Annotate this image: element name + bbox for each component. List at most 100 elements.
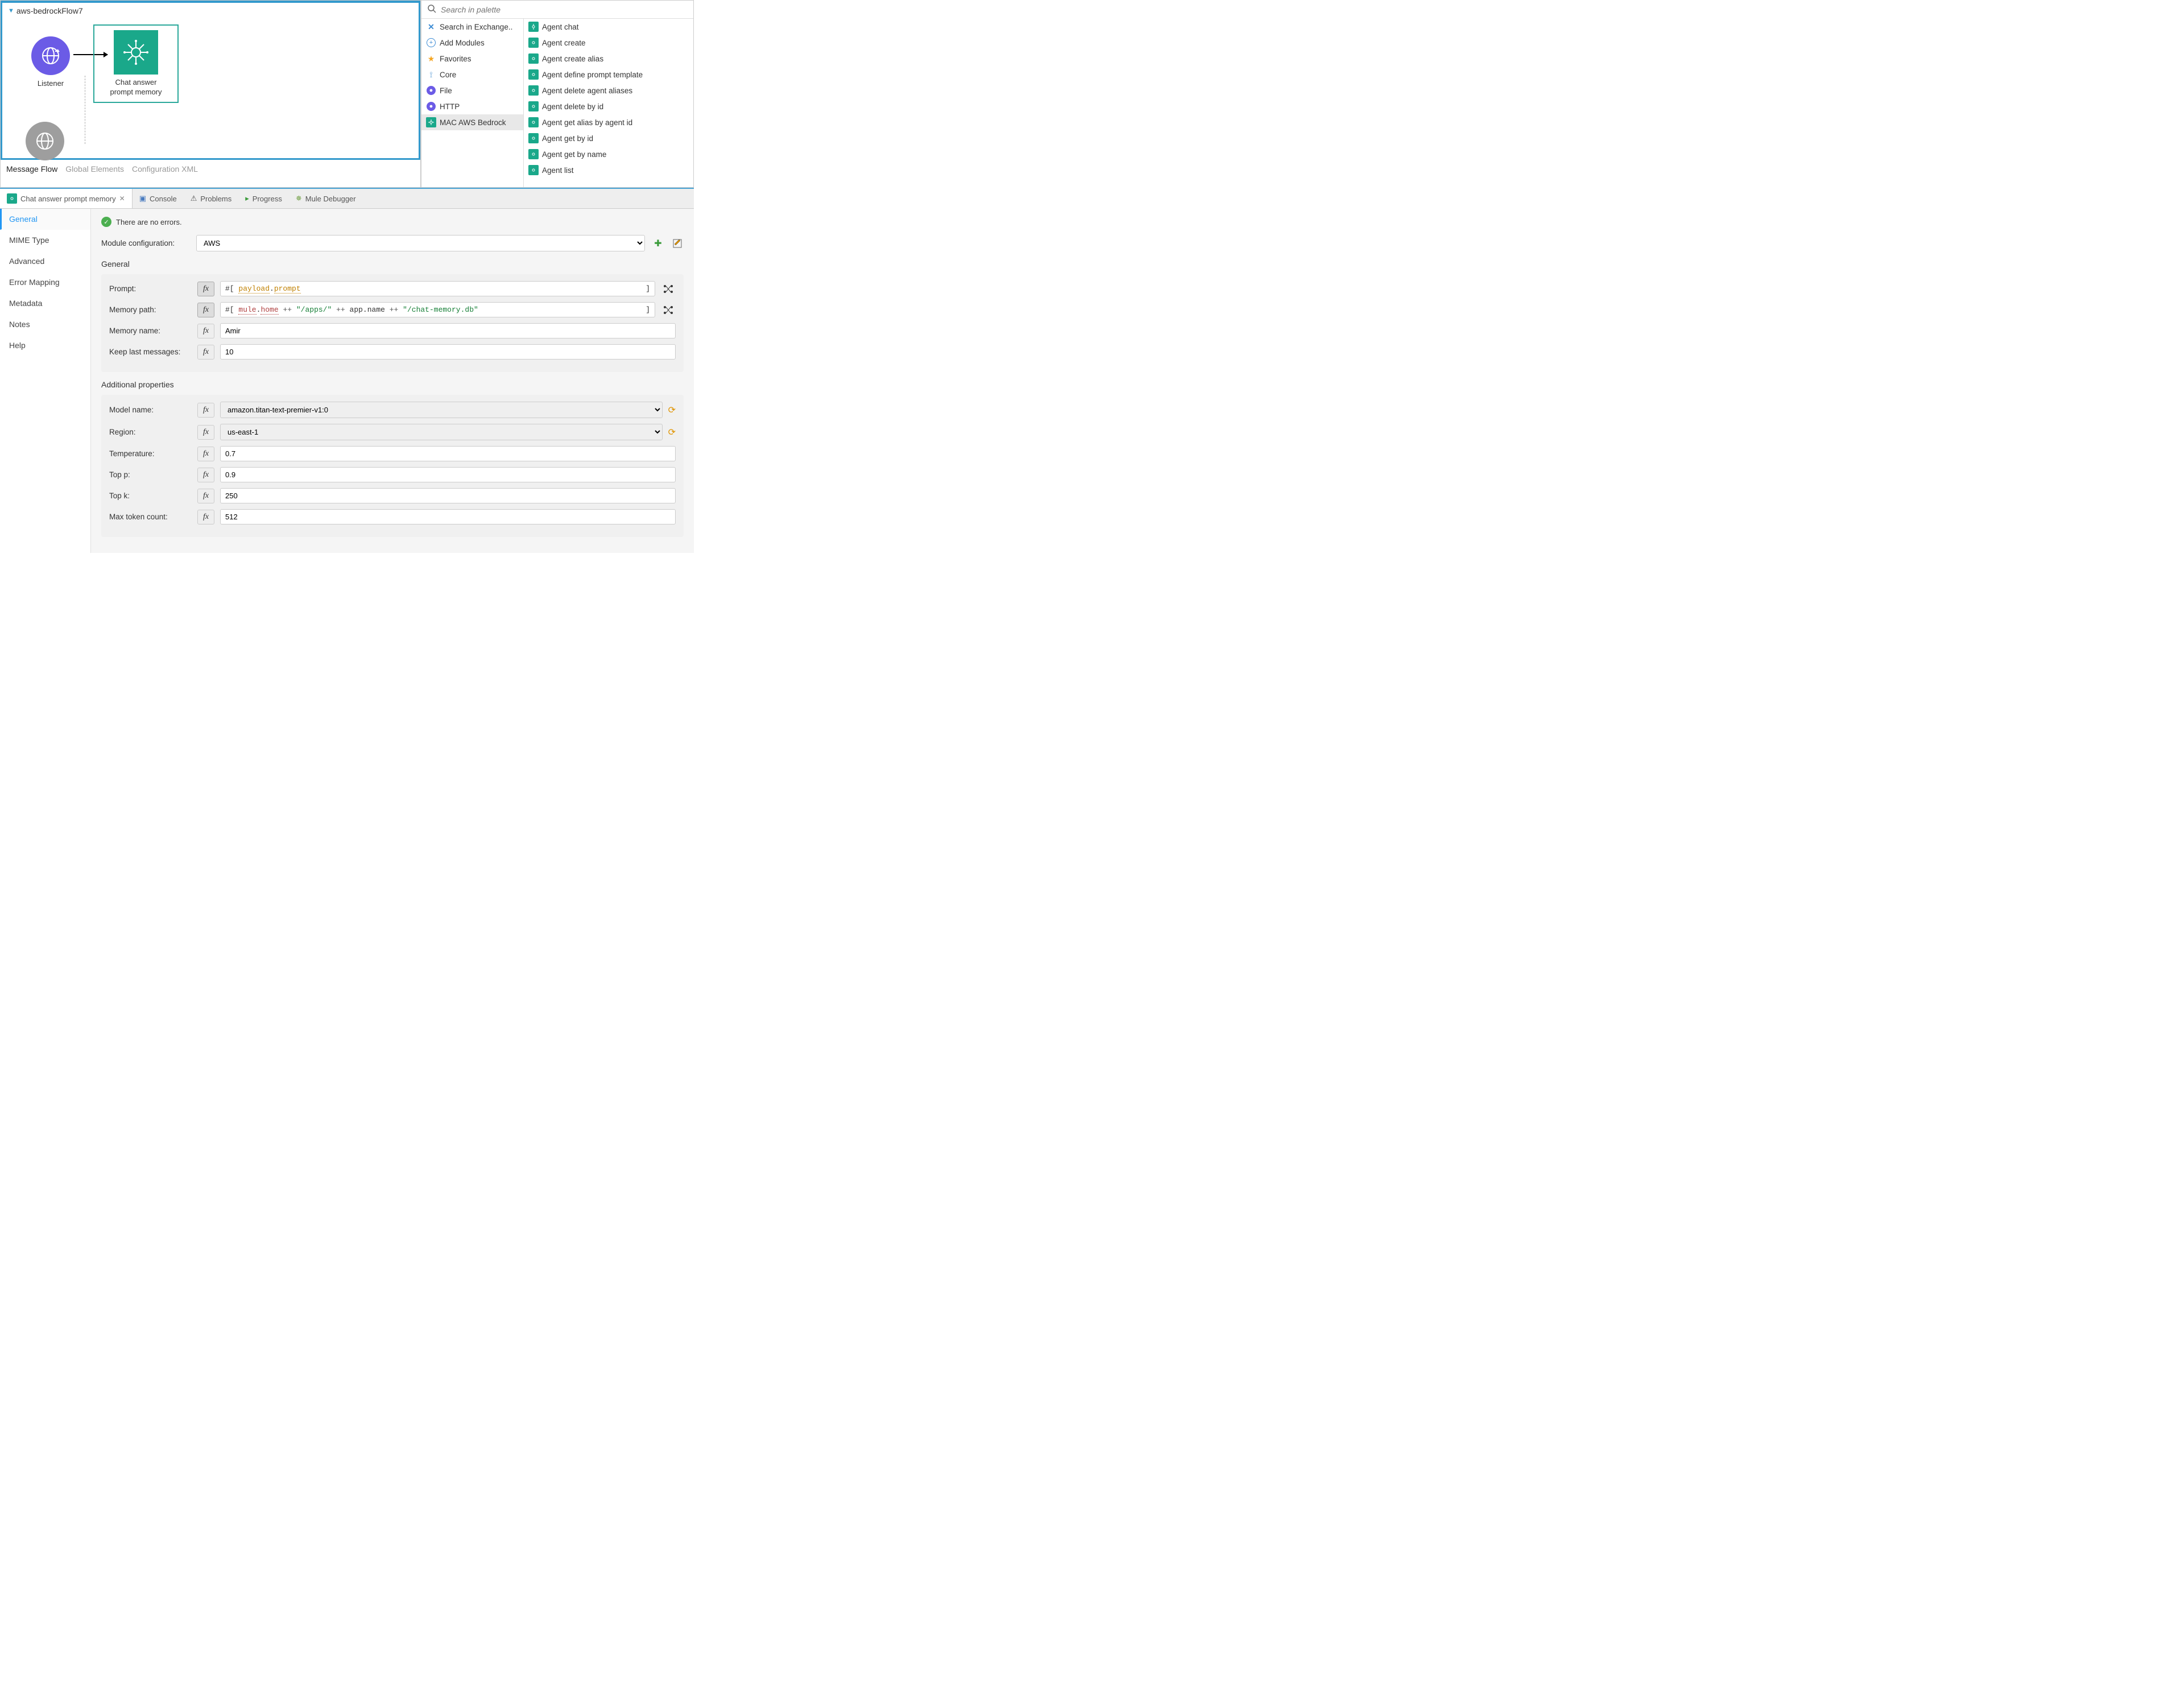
edit-config-button[interactable] xyxy=(671,237,684,250)
field-prompt: Prompt: fx #[ payload.prompt ] xyxy=(109,281,676,296)
field-model-name: Model name: fx amazon.titan-text-premier… xyxy=(109,402,676,418)
sidebar-item-general[interactable]: General xyxy=(0,209,90,230)
node-error-handler[interactable] xyxy=(14,121,76,164)
sidebar-item-advanced[interactable]: Advanced xyxy=(0,251,90,272)
section-additional: Model name: fx amazon.titan-text-premier… xyxy=(101,395,684,537)
palette-op-agent-get-by-id[interactable]: Agent get by id xyxy=(524,130,693,146)
fx-toggle-button[interactable]: fx xyxy=(197,282,214,296)
globe-icon xyxy=(31,36,70,75)
tab-component-props[interactable]: Chat answer prompt memory ✕ xyxy=(0,189,133,208)
node-chat-answer-prompt-memory[interactable]: Chat answerprompt memory xyxy=(93,24,179,103)
palette-op-agent-delete-agent-aliases[interactable]: Agent delete agent aliases xyxy=(524,82,693,98)
bedrock-icon xyxy=(528,101,539,111)
refresh-icon[interactable]: ⟳ xyxy=(668,427,676,438)
fx-toggle-button[interactable]: fx xyxy=(197,425,214,440)
tab-configuration-xml[interactable]: Configuration XML xyxy=(132,164,198,174)
mule-palette: ✕Search in Exchange.. +Add Modules ★Favo… xyxy=(421,0,694,188)
field-max-tokens: Max token count: fx xyxy=(109,509,676,524)
module-config-label: Module configuration: xyxy=(101,239,189,247)
fx-toggle-button[interactable]: fx xyxy=(197,468,214,482)
tab-progress[interactable]: ▸Progress xyxy=(238,189,289,208)
field-label: Temperature: xyxy=(109,449,192,458)
palette-search-exchange[interactable]: ✕Search in Exchange.. xyxy=(421,19,523,35)
dataweave-button[interactable] xyxy=(661,282,676,296)
palette-add-modules[interactable]: +Add Modules xyxy=(421,35,523,51)
tab-mule-debugger[interactable]: ✵Mule Debugger xyxy=(289,189,363,208)
fx-toggle-button[interactable]: fx xyxy=(197,510,214,524)
fx-toggle-button[interactable]: fx xyxy=(197,303,214,317)
validation-status: ✓ There are no errors. xyxy=(101,217,684,227)
problems-icon: ⚠ xyxy=(191,194,197,203)
model-name-select[interactable]: amazon.titan-text-premier-v1:0 xyxy=(220,402,663,418)
bedrock-icon xyxy=(7,193,17,204)
palette-op-agent-get-alias-by-agent-id[interactable]: Agent get alias by agent id xyxy=(524,114,693,130)
field-label: Max token count: xyxy=(109,513,192,521)
palette-op-agent-create-alias[interactable]: Agent create alias xyxy=(524,51,693,67)
palette-op-agent-define-prompt-template[interactable]: Agent define prompt template xyxy=(524,67,693,82)
field-memory-path: Memory path: fx #[ mule.home ++ "/apps/"… xyxy=(109,302,676,317)
max-tokens-input[interactable] xyxy=(220,509,676,524)
memory-path-input[interactable]: #[ mule.home ++ "/apps/" ++ app.name ++ … xyxy=(220,302,655,317)
flow-canvas[interactable]: ▼ aws-bedrockFlow7 Listener xyxy=(1,1,420,160)
add-config-button[interactable]: ✚ xyxy=(652,237,664,250)
palette-operations: Agent chat Agent create Agent create ali… xyxy=(524,19,693,187)
field-label: Keep last messages: xyxy=(109,348,192,356)
progress-icon: ▸ xyxy=(245,194,249,203)
memory-name-input[interactable] xyxy=(220,323,676,338)
flow-title-bar[interactable]: ▼ aws-bedrockFlow7 xyxy=(2,3,419,19)
close-icon[interactable]: ✕ xyxy=(119,195,125,203)
bug-icon: ✵ xyxy=(296,194,302,203)
temperature-input[interactable] xyxy=(220,446,676,461)
region-select[interactable]: us-east-1 xyxy=(220,424,663,440)
keep-last-input[interactable] xyxy=(220,344,676,360)
bedrock-icon xyxy=(426,117,436,127)
exchange-icon: ✕ xyxy=(426,22,436,32)
flow-editor: ▼ aws-bedrockFlow7 Listener xyxy=(0,0,421,188)
palette-core[interactable]: ⟟Core xyxy=(421,67,523,82)
field-top-p: Top p: fx xyxy=(109,467,676,482)
bedrock-icon xyxy=(528,85,539,96)
top-k-input[interactable] xyxy=(220,488,676,503)
bedrock-icon xyxy=(528,53,539,64)
http-icon: ● xyxy=(426,101,436,111)
tab-problems[interactable]: ⚠Problems xyxy=(184,189,239,208)
palette-favorites[interactable]: ★Favorites xyxy=(421,51,523,67)
palette-search-input[interactable] xyxy=(441,5,688,14)
fx-toggle-button[interactable]: fx xyxy=(197,345,214,360)
field-label: Prompt: xyxy=(109,284,192,293)
top-p-input[interactable] xyxy=(220,467,676,482)
tab-global-elements[interactable]: Global Elements xyxy=(65,164,124,174)
palette-op-agent-get-by-name[interactable]: Agent get by name xyxy=(524,146,693,162)
refresh-icon[interactable]: ⟳ xyxy=(668,404,676,416)
section-general-title: General xyxy=(101,259,684,269)
collapse-caret-icon[interactable]: ▼ xyxy=(8,7,14,14)
properties-panel: Chat answer prompt memory ✕ ▣Console ⚠Pr… xyxy=(0,188,694,553)
fx-toggle-button[interactable]: fx xyxy=(197,324,214,338)
node-listener[interactable]: Listener xyxy=(8,36,93,89)
fx-toggle-button[interactable]: fx xyxy=(197,447,214,461)
bedrock-icon xyxy=(528,149,539,159)
sidebar-item-notes[interactable]: Notes xyxy=(0,314,90,335)
bedrock-icon xyxy=(528,117,539,127)
tab-message-flow[interactable]: Message Flow xyxy=(6,164,57,174)
palette-op-agent-chat[interactable]: Agent chat xyxy=(524,19,693,35)
sidebar-item-metadata[interactable]: Metadata xyxy=(0,293,90,314)
palette-file[interactable]: ●File xyxy=(421,82,523,98)
palette-op-agent-delete-by-id[interactable]: Agent delete by id xyxy=(524,98,693,114)
search-icon xyxy=(427,4,436,15)
tab-console[interactable]: ▣Console xyxy=(133,189,184,208)
sidebar-item-help[interactable]: Help xyxy=(0,335,90,356)
bedrock-icon xyxy=(528,69,539,80)
fx-toggle-button[interactable]: fx xyxy=(197,403,214,418)
prompt-input[interactable]: #[ payload.prompt ] xyxy=(220,281,655,296)
palette-http[interactable]: ●HTTP xyxy=(421,98,523,114)
sidebar-item-mime-type[interactable]: MIME Type xyxy=(0,230,90,251)
module-config-select[interactable]: AWS xyxy=(196,235,645,251)
globe-icon xyxy=(26,122,64,160)
palette-op-agent-list[interactable]: Agent list xyxy=(524,162,693,178)
dataweave-button[interactable] xyxy=(661,303,676,317)
palette-op-agent-create[interactable]: Agent create xyxy=(524,35,693,51)
fx-toggle-button[interactable]: fx xyxy=(197,489,214,503)
palette-mac-aws-bedrock[interactable]: MAC AWS Bedrock xyxy=(421,114,523,130)
sidebar-item-error-mapping[interactable]: Error Mapping xyxy=(0,272,90,293)
